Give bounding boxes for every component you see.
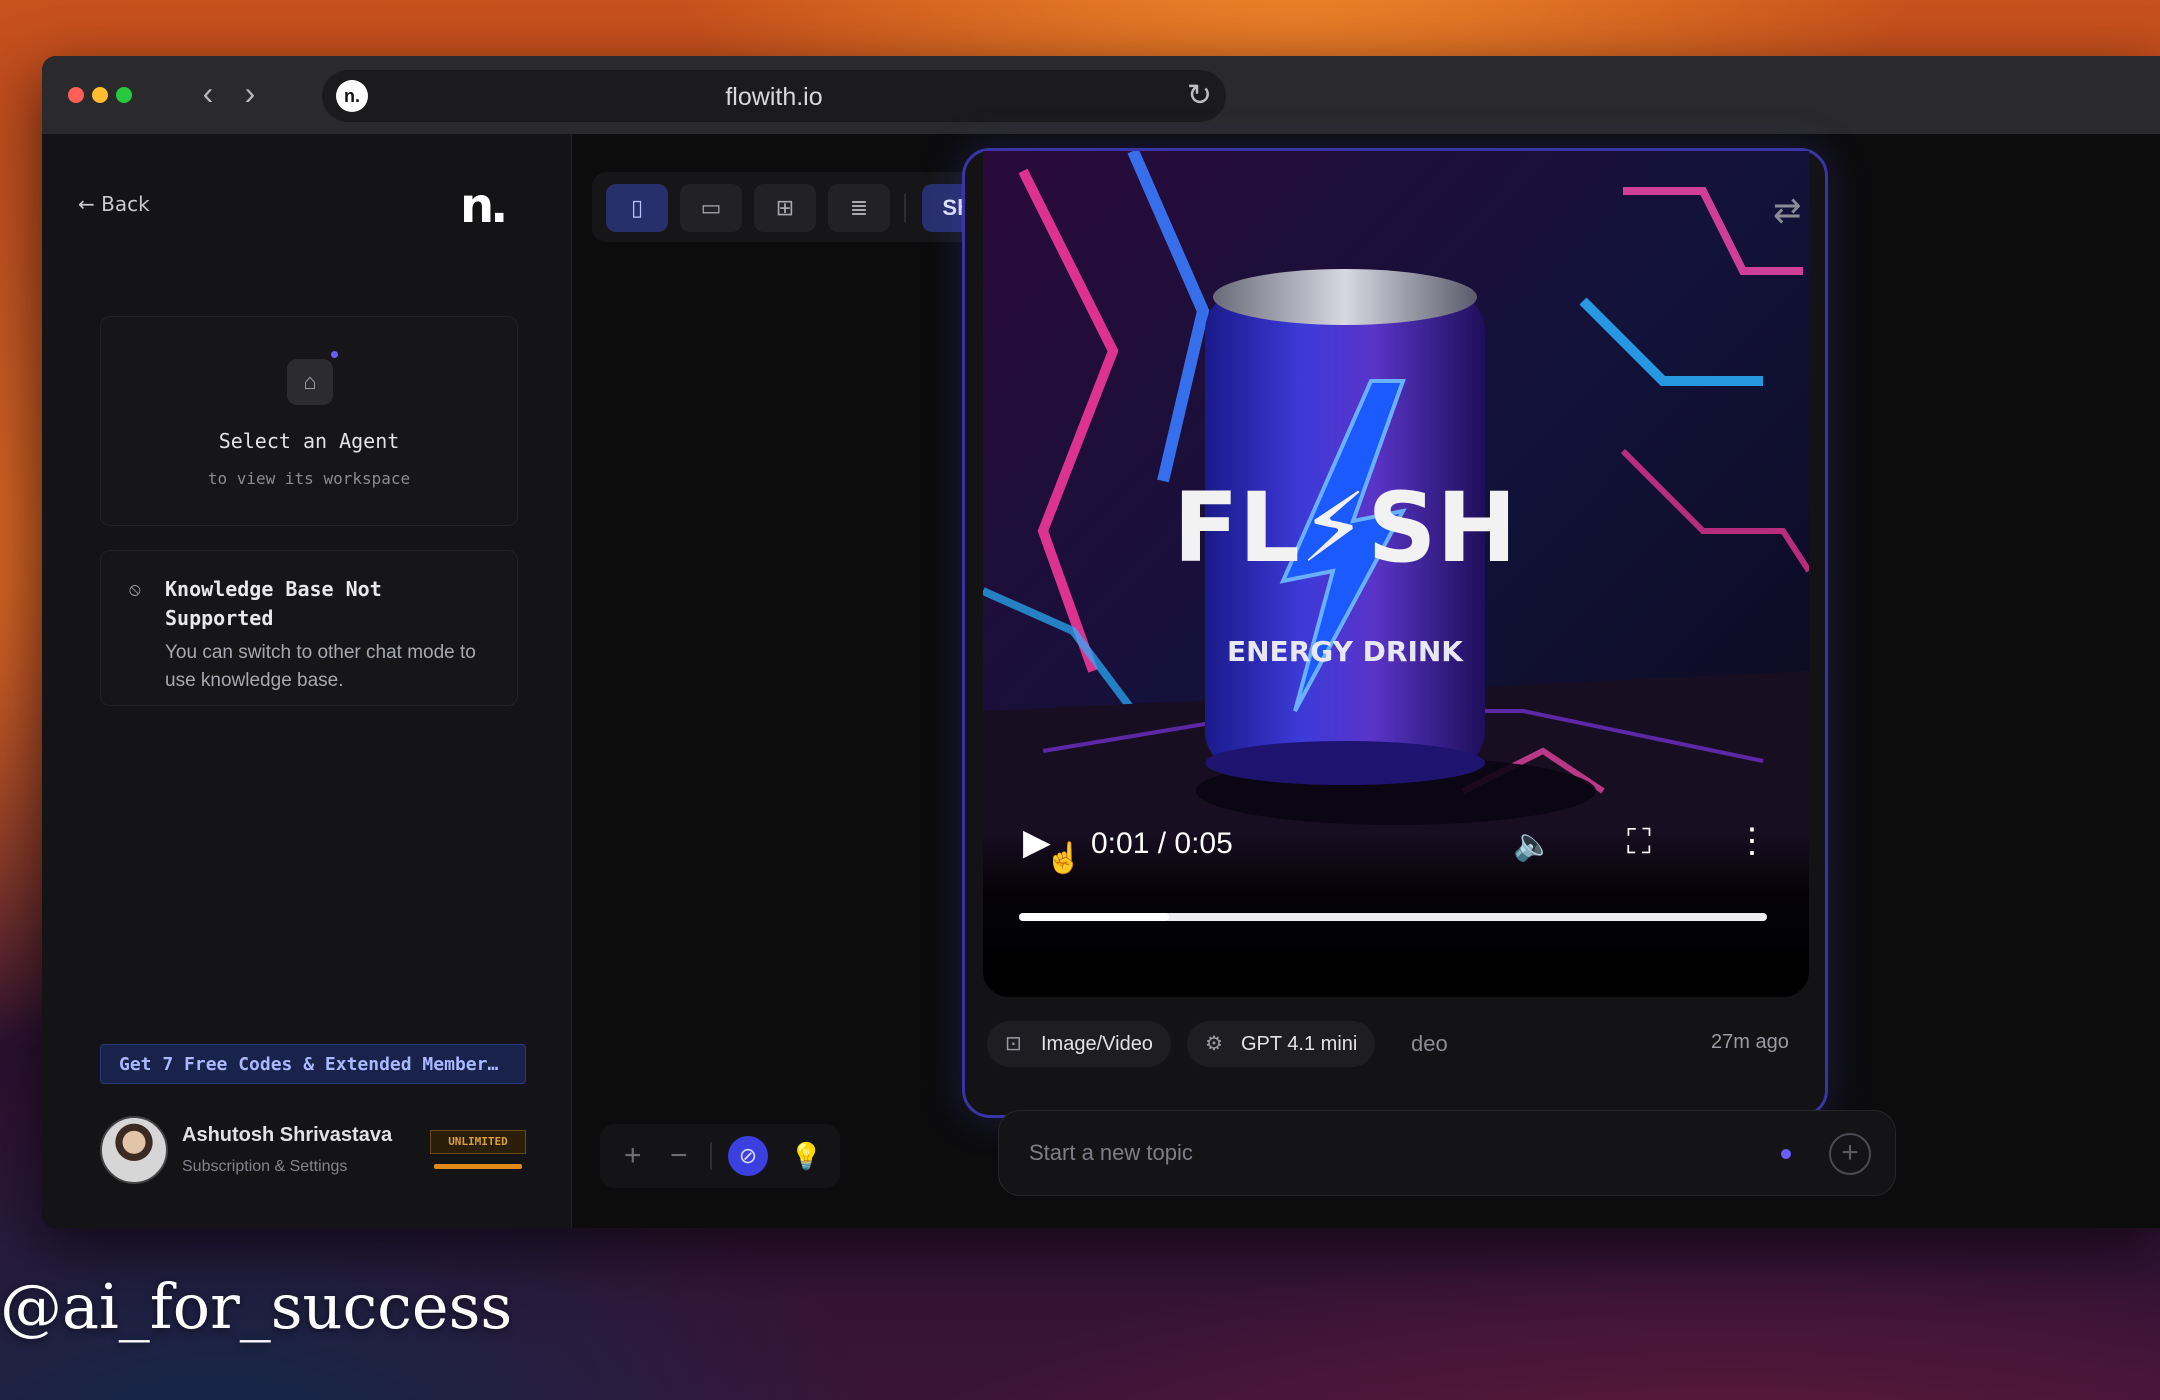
lightbulb-icon[interactable]: 💡 [790,1136,822,1176]
plan-badge: UNLIMITED [430,1130,526,1154]
mode-chip-label: Image/Video [1041,1033,1153,1055]
model-chip-label: GPT 4.1 mini [1241,1033,1358,1055]
search-nodes-button[interactable]: ≣ [828,184,890,232]
indicator-dot [1781,1149,1791,1159]
back-link[interactable]: ← Back [78,192,150,216]
back-arrow-icon[interactable]: ‹ [190,76,226,112]
video-player[interactable]: FL⚡SH ENERGY DRINK ⇄ ▶ ☝ 0:01 / 0:05 🔈 ⛶… [983,151,1809,997]
chip-overflow-text: deo [1411,1031,1448,1056]
image-icon: ⊡ [1005,1033,1022,1055]
agent-card-title: Select an Agent [218,429,400,453]
forward-arrow-icon[interactable]: › [232,76,268,112]
volume-icon[interactable]: 🔈 [1513,825,1553,863]
new-topic-composer: + [998,1110,1896,1196]
select-agent-card[interactable]: ⌂ Select an Agent to view its workspace [100,316,518,526]
promo-banner[interactable]: Get 7 Free Codes & Extended Member… [100,1044,526,1084]
close-window-button[interactable] [68,87,84,103]
node-timestamp: 27m ago [1711,1031,1789,1053]
model-chip[interactable]: ⚙ GPT 4.1 mini [1187,1021,1376,1067]
browser-window: ‹ › n. flowith.io ↻ ← Back n. ⌂ Select a… [42,56,2160,1228]
user-settings-link[interactable]: Subscription & Settings [182,1158,347,1176]
video-node[interactable]: FL⚡SH ENERGY DRINK ⇄ ▶ ☝ 0:01 / 0:05 🔈 ⛶… [962,148,1828,1118]
flowith-logo: n. [460,178,508,234]
bot-icon: ⌂ [287,359,333,405]
swap-icon[interactable]: ⇄ [1773,191,1802,231]
zoom-out-icon[interactable]: − [670,1134,688,1178]
model-icon: ⚙ [1205,1033,1223,1055]
canvas-zoom-controls: + − ⊘ 💡 [600,1124,840,1188]
can-title-text: FL⚡SH [1173,472,1517,584]
knowledge-base-card: ⦸ Knowledge Base Not Supported You can s… [100,550,518,706]
video-progress-bar[interactable] [1019,913,1767,921]
pointer-cursor-icon: ☝ [1045,842,1083,875]
maximize-window-button[interactable] [116,87,132,103]
sidebar: ← Back n. ⌂ Select an Agent to view its … [42,134,572,1228]
blocked-icon: ⦸ [129,579,141,599]
url-text[interactable]: flowith.io [322,83,1226,112]
zoom-divider [710,1142,712,1170]
more-options-icon[interactable]: ⋮ [1735,821,1769,861]
address-bar[interactable]: n. flowith.io ↻ [322,70,1226,122]
toolbar-divider [904,194,906,222]
search-nodes-icon: ≣ [849,195,869,220]
user-name[interactable]: Ashutosh Shrivastava [182,1124,392,1147]
video-time-display: 0:01 / 0:05 [1091,827,1233,860]
plan-badge-bar [434,1164,522,1169]
fullscreen-icon[interactable]: ⛶ [1627,823,1651,862]
user-avatar[interactable] [100,1116,168,1184]
compass-icon[interactable]: ⊘ [728,1136,768,1176]
video-progress-fill [1019,913,1169,921]
add-node-button[interactable]: ⊞ [754,184,816,232]
can-subtitle-text: ENERGY DRINK [1227,635,1464,668]
minimize-window-button[interactable] [92,87,108,103]
add-node-icon: ⊞ [775,195,795,220]
zoom-in-icon[interactable]: + [624,1134,642,1178]
plus-icon: + [1841,1136,1859,1169]
watermark-text: @ai_for_success [0,1270,513,1343]
chat-mode-button[interactable]: ▭ [680,184,742,232]
new-topic-input[interactable] [1029,1133,1729,1173]
app-area: ← Back n. ⌂ Select an Agent to view its … [42,134,2160,1228]
sidebar-toggle-button[interactable]: ▯ [606,184,668,232]
reload-icon[interactable]: ↻ [1187,79,1212,113]
status-dot [331,351,338,358]
mode-chip[interactable]: ⊡ Image/Video [987,1021,1171,1067]
add-topic-button[interactable]: + [1829,1133,1871,1175]
sidebar-toggle-icon: ▯ [630,195,644,220]
knowledge-base-title: Knowledge Base Not Supported [165,577,382,630]
agent-card-subtitle: to view its workspace [207,469,411,488]
chat-bubble-icon: ▭ [700,195,722,220]
knowledge-base-description: You can switch to other chat mode to use… [165,642,476,691]
browser-titlebar: ‹ › n. flowith.io ↻ [42,56,2160,134]
